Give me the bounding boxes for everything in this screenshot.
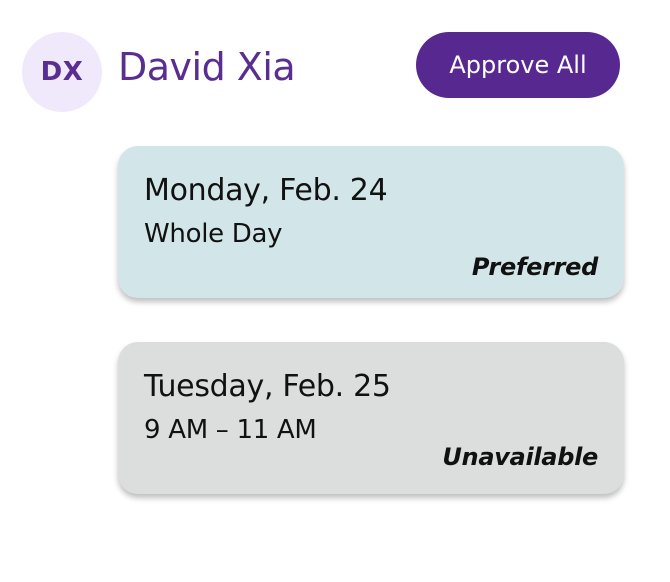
user-name: David Xia xyxy=(118,45,296,89)
availability-card[interactable]: Monday, Feb. 24 Whole Day Preferred xyxy=(118,146,624,298)
avatar: DX xyxy=(22,32,102,112)
avatar-initials: DX xyxy=(40,57,84,87)
card-date: Monday, Feb. 24 xyxy=(144,173,388,208)
card-time: Whole Day xyxy=(144,219,283,249)
card-date: Tuesday, Feb. 25 xyxy=(144,369,391,404)
card-status: Preferred xyxy=(471,253,598,281)
approve-all-button[interactable]: Approve All xyxy=(416,32,620,98)
availability-requests-panel: DX David Xia Approve All Monday, Feb. 24… xyxy=(0,0,670,582)
availability-card[interactable]: Tuesday, Feb. 25 9 AM – 11 AM Unavailabl… xyxy=(118,342,624,494)
card-status: Unavailable xyxy=(442,443,598,471)
card-time: 9 AM – 11 AM xyxy=(144,415,317,445)
